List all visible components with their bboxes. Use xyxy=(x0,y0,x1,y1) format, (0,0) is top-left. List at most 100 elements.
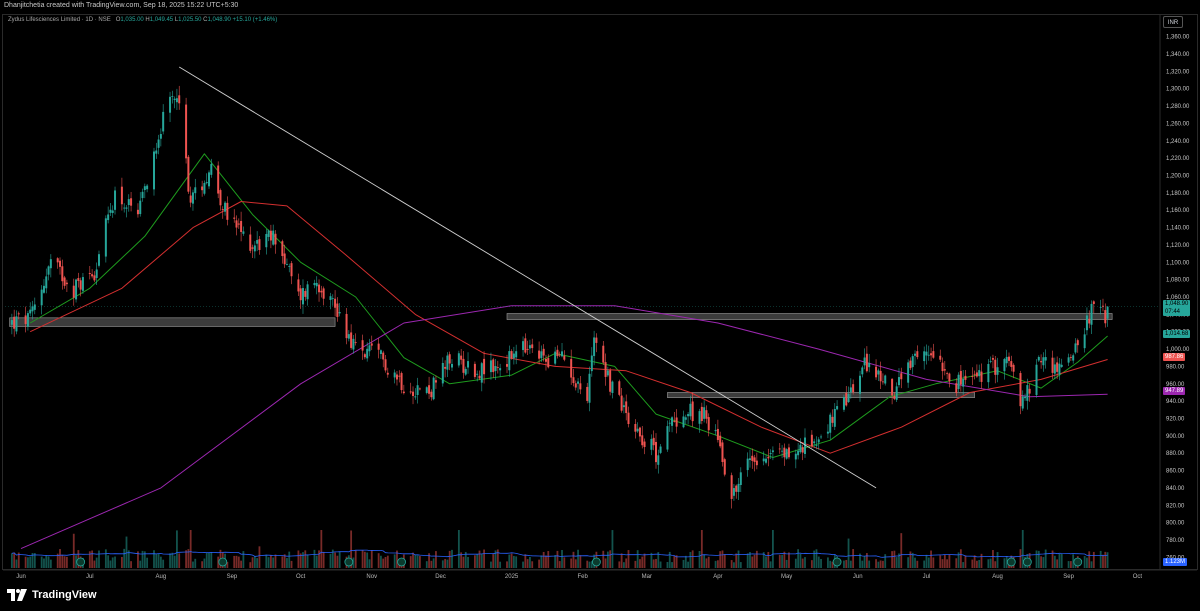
candle-body xyxy=(588,373,591,403)
x-tick-label: Aug xyxy=(992,574,1003,580)
candle-body xyxy=(304,291,307,297)
volume-bar xyxy=(29,556,32,568)
volume-bar xyxy=(845,559,848,568)
candle-body xyxy=(586,386,589,401)
candle-body xyxy=(895,386,898,400)
volume-bar xyxy=(270,555,272,568)
candle-body xyxy=(205,182,208,184)
symbol-legend[interactable]: Zydus Lifesciences Limited · 1D · NSE O1… xyxy=(8,17,277,23)
candle-body xyxy=(755,460,758,466)
candle-body xyxy=(852,384,855,393)
candle-body xyxy=(473,363,476,377)
volume-bar xyxy=(714,560,717,568)
candle-body xyxy=(955,383,958,393)
candle-body xyxy=(1044,357,1047,361)
candle-body xyxy=(916,351,919,358)
candle-body xyxy=(638,427,641,437)
volume-bar xyxy=(849,560,852,568)
volume-bar xyxy=(925,554,928,568)
volume-bar xyxy=(737,550,740,568)
volume-bar xyxy=(43,558,45,568)
candle-body xyxy=(593,337,596,357)
candle-body xyxy=(256,240,259,244)
candle-body xyxy=(831,416,834,423)
candle-body xyxy=(618,381,621,395)
candle-body xyxy=(579,383,582,390)
candle-body xyxy=(684,417,687,420)
candle-body xyxy=(962,378,965,387)
y-tick-label: 1,320.00 xyxy=(1166,69,1190,75)
volume-bar xyxy=(171,552,174,568)
volume-bar xyxy=(900,533,903,568)
tradingview-logo[interactable]: TradingView xyxy=(7,589,97,601)
candle-body xyxy=(668,422,671,424)
support-resistance-zone xyxy=(667,392,975,398)
price-chart[interactable]: 760.00780.00800.00820.00840.00860.00880.… xyxy=(0,0,1200,584)
candle-body xyxy=(251,247,254,249)
candle-body xyxy=(515,351,518,358)
volume-bar xyxy=(1083,556,1086,568)
volume-bar xyxy=(948,554,951,568)
candle-body xyxy=(1099,306,1102,308)
volume-bar xyxy=(377,553,380,568)
candle-body xyxy=(322,288,325,299)
candle-body xyxy=(1028,388,1031,394)
candle-body xyxy=(354,342,357,344)
volume-bar xyxy=(673,555,676,568)
volume-bar xyxy=(457,530,460,568)
candle-body xyxy=(994,359,997,375)
volume-bar xyxy=(40,556,43,568)
candle-body xyxy=(957,374,960,390)
downtrend-line xyxy=(178,66,877,489)
candle-body xyxy=(146,185,149,190)
candle-body xyxy=(450,363,453,368)
candle-body xyxy=(622,405,625,408)
candle-body xyxy=(409,391,412,393)
volume-bar xyxy=(561,549,563,568)
candle-body xyxy=(29,309,32,314)
candle-body xyxy=(842,396,845,410)
volume-bar xyxy=(233,555,236,568)
volume-bar xyxy=(61,554,64,568)
volume-bar xyxy=(169,553,171,568)
volume-bar xyxy=(700,530,703,568)
candle-body xyxy=(1010,361,1013,367)
volume-bar xyxy=(650,552,653,568)
candle-body xyxy=(290,263,293,277)
volume-bar xyxy=(801,558,804,568)
volume-badge: 1.123M xyxy=(1163,558,1188,566)
candle-body xyxy=(242,231,245,234)
sma200-line xyxy=(20,305,1108,550)
sma50-badge: 987.86 xyxy=(1163,353,1186,361)
candle-body xyxy=(666,426,669,450)
candle-body xyxy=(522,341,525,351)
x-tick-label: Jul xyxy=(923,574,931,580)
candle-body xyxy=(171,96,174,97)
candle-body xyxy=(249,234,252,251)
volume-bar xyxy=(739,562,742,568)
candle-body xyxy=(927,354,930,356)
currency-button[interactable]: INR xyxy=(1163,16,1183,28)
volume-bar xyxy=(577,549,579,568)
volume-bar xyxy=(139,560,142,568)
candle-body xyxy=(467,361,470,368)
candle-body xyxy=(384,359,387,371)
volume-bar xyxy=(27,557,29,568)
volume-bar xyxy=(755,550,758,568)
volume-bar xyxy=(98,550,100,568)
y-tick-label: 1,200.00 xyxy=(1166,174,1190,180)
candle-body xyxy=(24,315,27,324)
volume-bar xyxy=(146,557,149,568)
y-tick-label: 780.00 xyxy=(1166,538,1185,544)
event-marker-icon xyxy=(1022,557,1032,567)
candle-body xyxy=(558,354,561,356)
candle-body xyxy=(97,254,100,266)
candle-body xyxy=(1037,356,1040,361)
volume-bar xyxy=(45,555,48,568)
volume-bar xyxy=(1035,550,1038,568)
candle-body xyxy=(61,266,64,282)
candle-body xyxy=(528,345,531,349)
volume-bar xyxy=(751,556,754,568)
volume-bar xyxy=(451,549,453,568)
volume-bar xyxy=(996,552,999,568)
